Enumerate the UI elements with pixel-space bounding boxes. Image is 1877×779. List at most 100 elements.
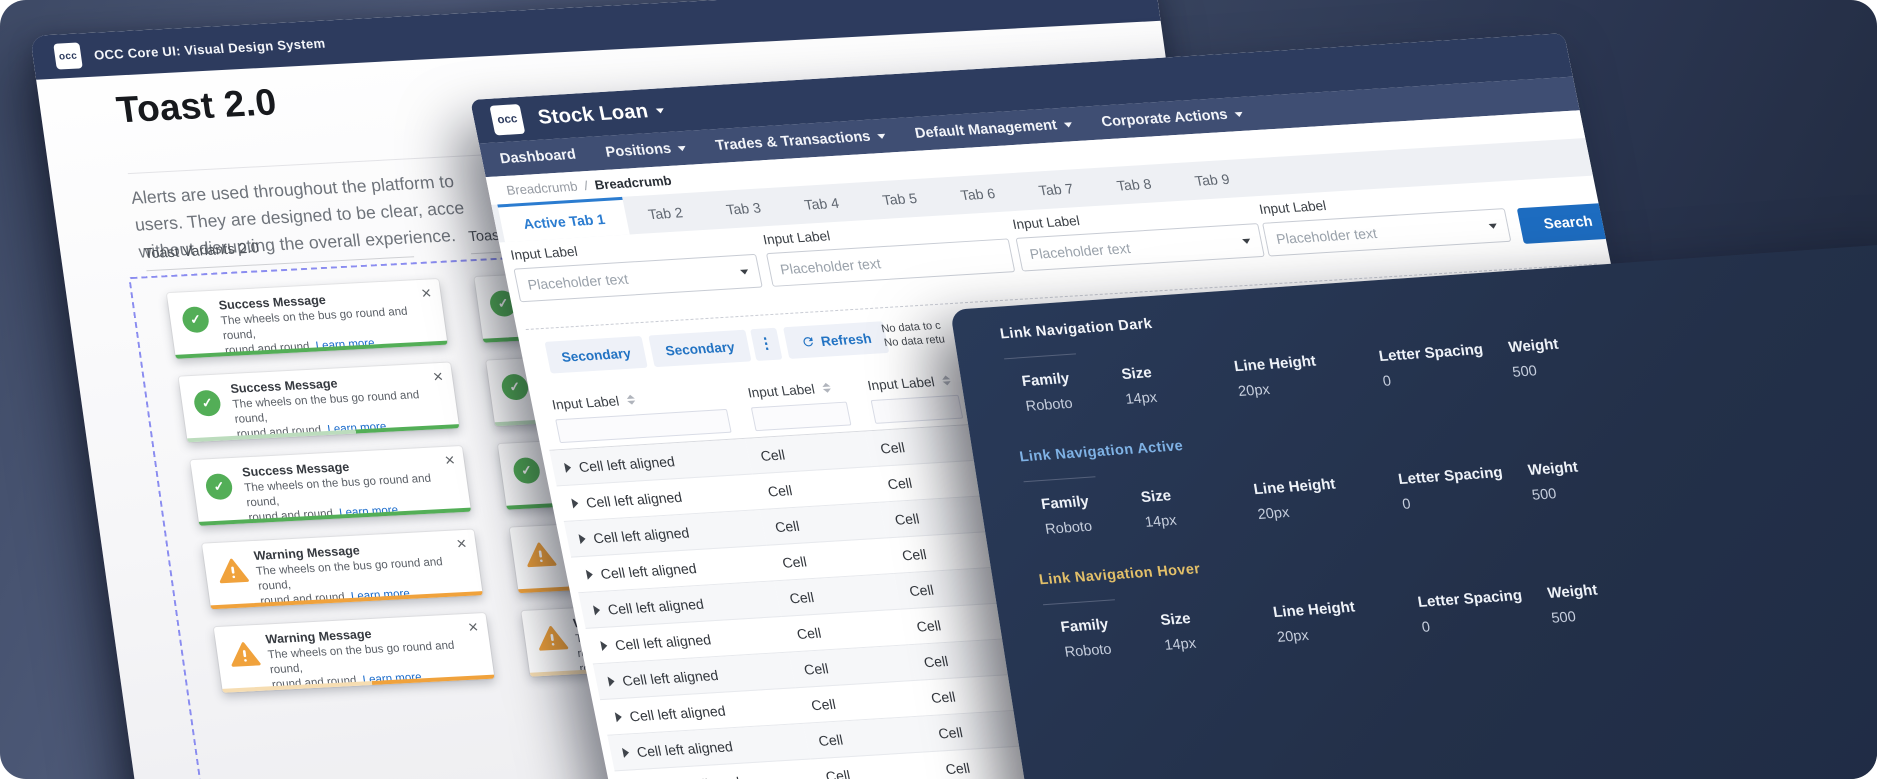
sort-icon[interactable] <box>821 382 832 393</box>
expand-row-icon[interactable] <box>585 568 594 580</box>
cell-label: Cell left aligned <box>613 630 713 653</box>
cell-label: Cell left aligned <box>635 737 735 760</box>
tab-tab-9[interactable]: Tab 9 <box>1169 159 1255 201</box>
toast-success: ×✓Success MessageThe wheels on the bus g… <box>178 362 460 443</box>
tab-tab-2[interactable]: Tab 2 <box>623 192 709 234</box>
cell-label: Cell <box>936 723 965 742</box>
nav-item-label: Default Management <box>913 117 1059 142</box>
secondary-button-1[interactable]: Secondary <box>544 335 648 374</box>
nav-item-label: Trades & Transactions <box>714 128 872 154</box>
spec-value-letter-spacing: 0 <box>1401 496 1412 513</box>
cell-label: Cell left aligned <box>643 773 742 779</box>
doc-header-title: OCC Core UI: Visual Design System <box>92 35 327 63</box>
expand-row-icon[interactable] <box>607 675 616 687</box>
check-circle: ✓ <box>511 456 542 485</box>
spec-header-letter-spacing: Letter Spacing <box>1377 340 1485 366</box>
cell-label: Cell <box>773 517 801 535</box>
cell-label: Cell left aligned <box>599 559 698 582</box>
tab-tab-8[interactable]: Tab 8 <box>1091 163 1177 205</box>
chevron-down-icon <box>1242 238 1252 249</box>
spec-value-family: Roboto <box>1024 395 1074 415</box>
expand-row-icon[interactable] <box>563 462 572 473</box>
sort-icon[interactable] <box>625 394 636 405</box>
column-filter-input[interactable] <box>870 394 964 424</box>
expand-row-icon[interactable] <box>571 497 580 508</box>
column-header-label: Input Label <box>550 393 621 412</box>
placeholder-text: Placeholder text <box>1028 240 1132 263</box>
nav-item-trades-transactions[interactable]: Trades & Transactions <box>714 128 887 154</box>
cell-label: Cell <box>878 438 907 457</box>
text-input[interactable]: Placeholder text <box>765 238 1016 287</box>
select-input[interactable]: Placeholder text <box>1015 223 1265 272</box>
close-icon[interactable]: × <box>467 617 480 637</box>
select-input[interactable]: Placeholder text <box>513 253 763 303</box>
select-input[interactable]: Placeholder text <box>1262 208 1512 257</box>
spec-header-line-height: Line Height <box>1271 598 1357 622</box>
chevron-down-icon <box>677 145 688 156</box>
filter-group-3: Input Label Placeholder text <box>1011 202 1265 272</box>
typography-panel: Link Navigation Dark Family Roboto Size 14px… <box>950 241 1877 779</box>
warning-triangle-icon <box>228 640 262 673</box>
column-header-label: Input Label <box>866 373 936 393</box>
check-circle: ✓ <box>192 389 223 417</box>
toast-warning: ×Warning MessageThe wheels on the bus go… <box>201 529 483 610</box>
expand-row-icon[interactable] <box>621 747 630 758</box>
nav-item-positions[interactable]: Positions <box>604 140 688 161</box>
breadcrumb-parent[interactable]: Breadcrumb <box>505 178 579 197</box>
nav-item-label: Dashboard <box>498 146 578 168</box>
warning-triangle-icon <box>524 540 558 573</box>
nav-item-dashboard[interactable]: Dashboard <box>499 147 578 167</box>
close-icon[interactable]: × <box>455 534 468 554</box>
tab-tab-4[interactable]: Tab 4 <box>779 183 865 225</box>
cell-label: Cell <box>929 688 957 706</box>
chevron-down-icon <box>1488 223 1499 233</box>
close-icon[interactable]: × <box>443 450 456 470</box>
cell-label: Cell left aligned <box>591 524 691 546</box>
check-circle: ✓ <box>500 373 530 401</box>
type-section-divider <box>1042 599 1115 606</box>
page-title: Toast 2.0 <box>113 81 279 131</box>
tab-tab-5[interactable]: Tab 5 <box>857 178 943 220</box>
success-check-icon: ✓ <box>511 456 542 485</box>
tab-tab-6[interactable]: Tab 6 <box>935 173 1021 215</box>
spec-value-line-height: 20px <box>1237 381 1271 401</box>
spec-value-letter-spacing: 0 <box>1420 619 1432 636</box>
expand-row-icon[interactable] <box>592 604 601 615</box>
tab-tab-3[interactable]: Tab 3 <box>701 187 787 229</box>
secondary-button-2[interactable]: Secondary <box>648 329 752 368</box>
chevron-down-icon <box>655 108 666 118</box>
cell-label: Cell left aligned <box>620 666 720 689</box>
expand-row-icon[interactable] <box>614 711 623 722</box>
expand-row-icon[interactable] <box>578 533 587 544</box>
toast-success: ×✓Success MessageThe wheels on the bus g… <box>190 445 472 526</box>
spec-value-family: Roboto <box>1063 641 1113 661</box>
cell-label: Cell <box>766 481 794 499</box>
expand-row-icon[interactable] <box>600 640 609 651</box>
type-section-divider <box>1004 353 1077 360</box>
close-icon[interactable]: × <box>420 283 433 303</box>
nav-item-default-management[interactable]: Default Management <box>913 116 1074 142</box>
close-icon[interactable]: × <box>432 367 445 387</box>
tab-active-tab-1[interactable]: Active Tab 1 <box>497 196 631 243</box>
search-button[interactable]: Search <box>1516 202 1620 244</box>
cell-label: Cell <box>824 766 852 779</box>
cell-label: Cell <box>914 616 943 635</box>
success-check-icon: ✓ <box>204 473 234 501</box>
cell-label: Cell left aligned <box>628 702 727 724</box>
filter-group-4: Input Label Placeholder text <box>1258 187 1512 257</box>
refresh-button[interactable]: Refresh <box>783 321 890 359</box>
nav-item-corporate-actions[interactable]: Corporate Actions <box>1100 106 1244 130</box>
spec-value-weight: 500 <box>1511 363 1539 381</box>
tab-tab-7[interactable]: Tab 7 <box>1013 168 1099 210</box>
app-switcher[interactable]: Stock Loan <box>536 99 666 129</box>
overflow-menu-button[interactable]: ⋮ <box>750 327 783 361</box>
cell-label: Cell left aligned <box>606 595 706 617</box>
sort-icon[interactable] <box>941 375 952 386</box>
toast-warning: ×Warning MessageThe wheels on the bus go… <box>213 612 495 693</box>
no-data-line: No data to c <box>880 319 942 336</box>
column-filter-input[interactable] <box>750 401 852 432</box>
success-check-icon: ✓ <box>192 389 223 417</box>
filter-group-2: Input Label Placeholder text <box>762 218 1016 287</box>
placeholder-text: Placeholder text <box>778 255 883 278</box>
chevron-down-icon <box>1233 111 1244 122</box>
